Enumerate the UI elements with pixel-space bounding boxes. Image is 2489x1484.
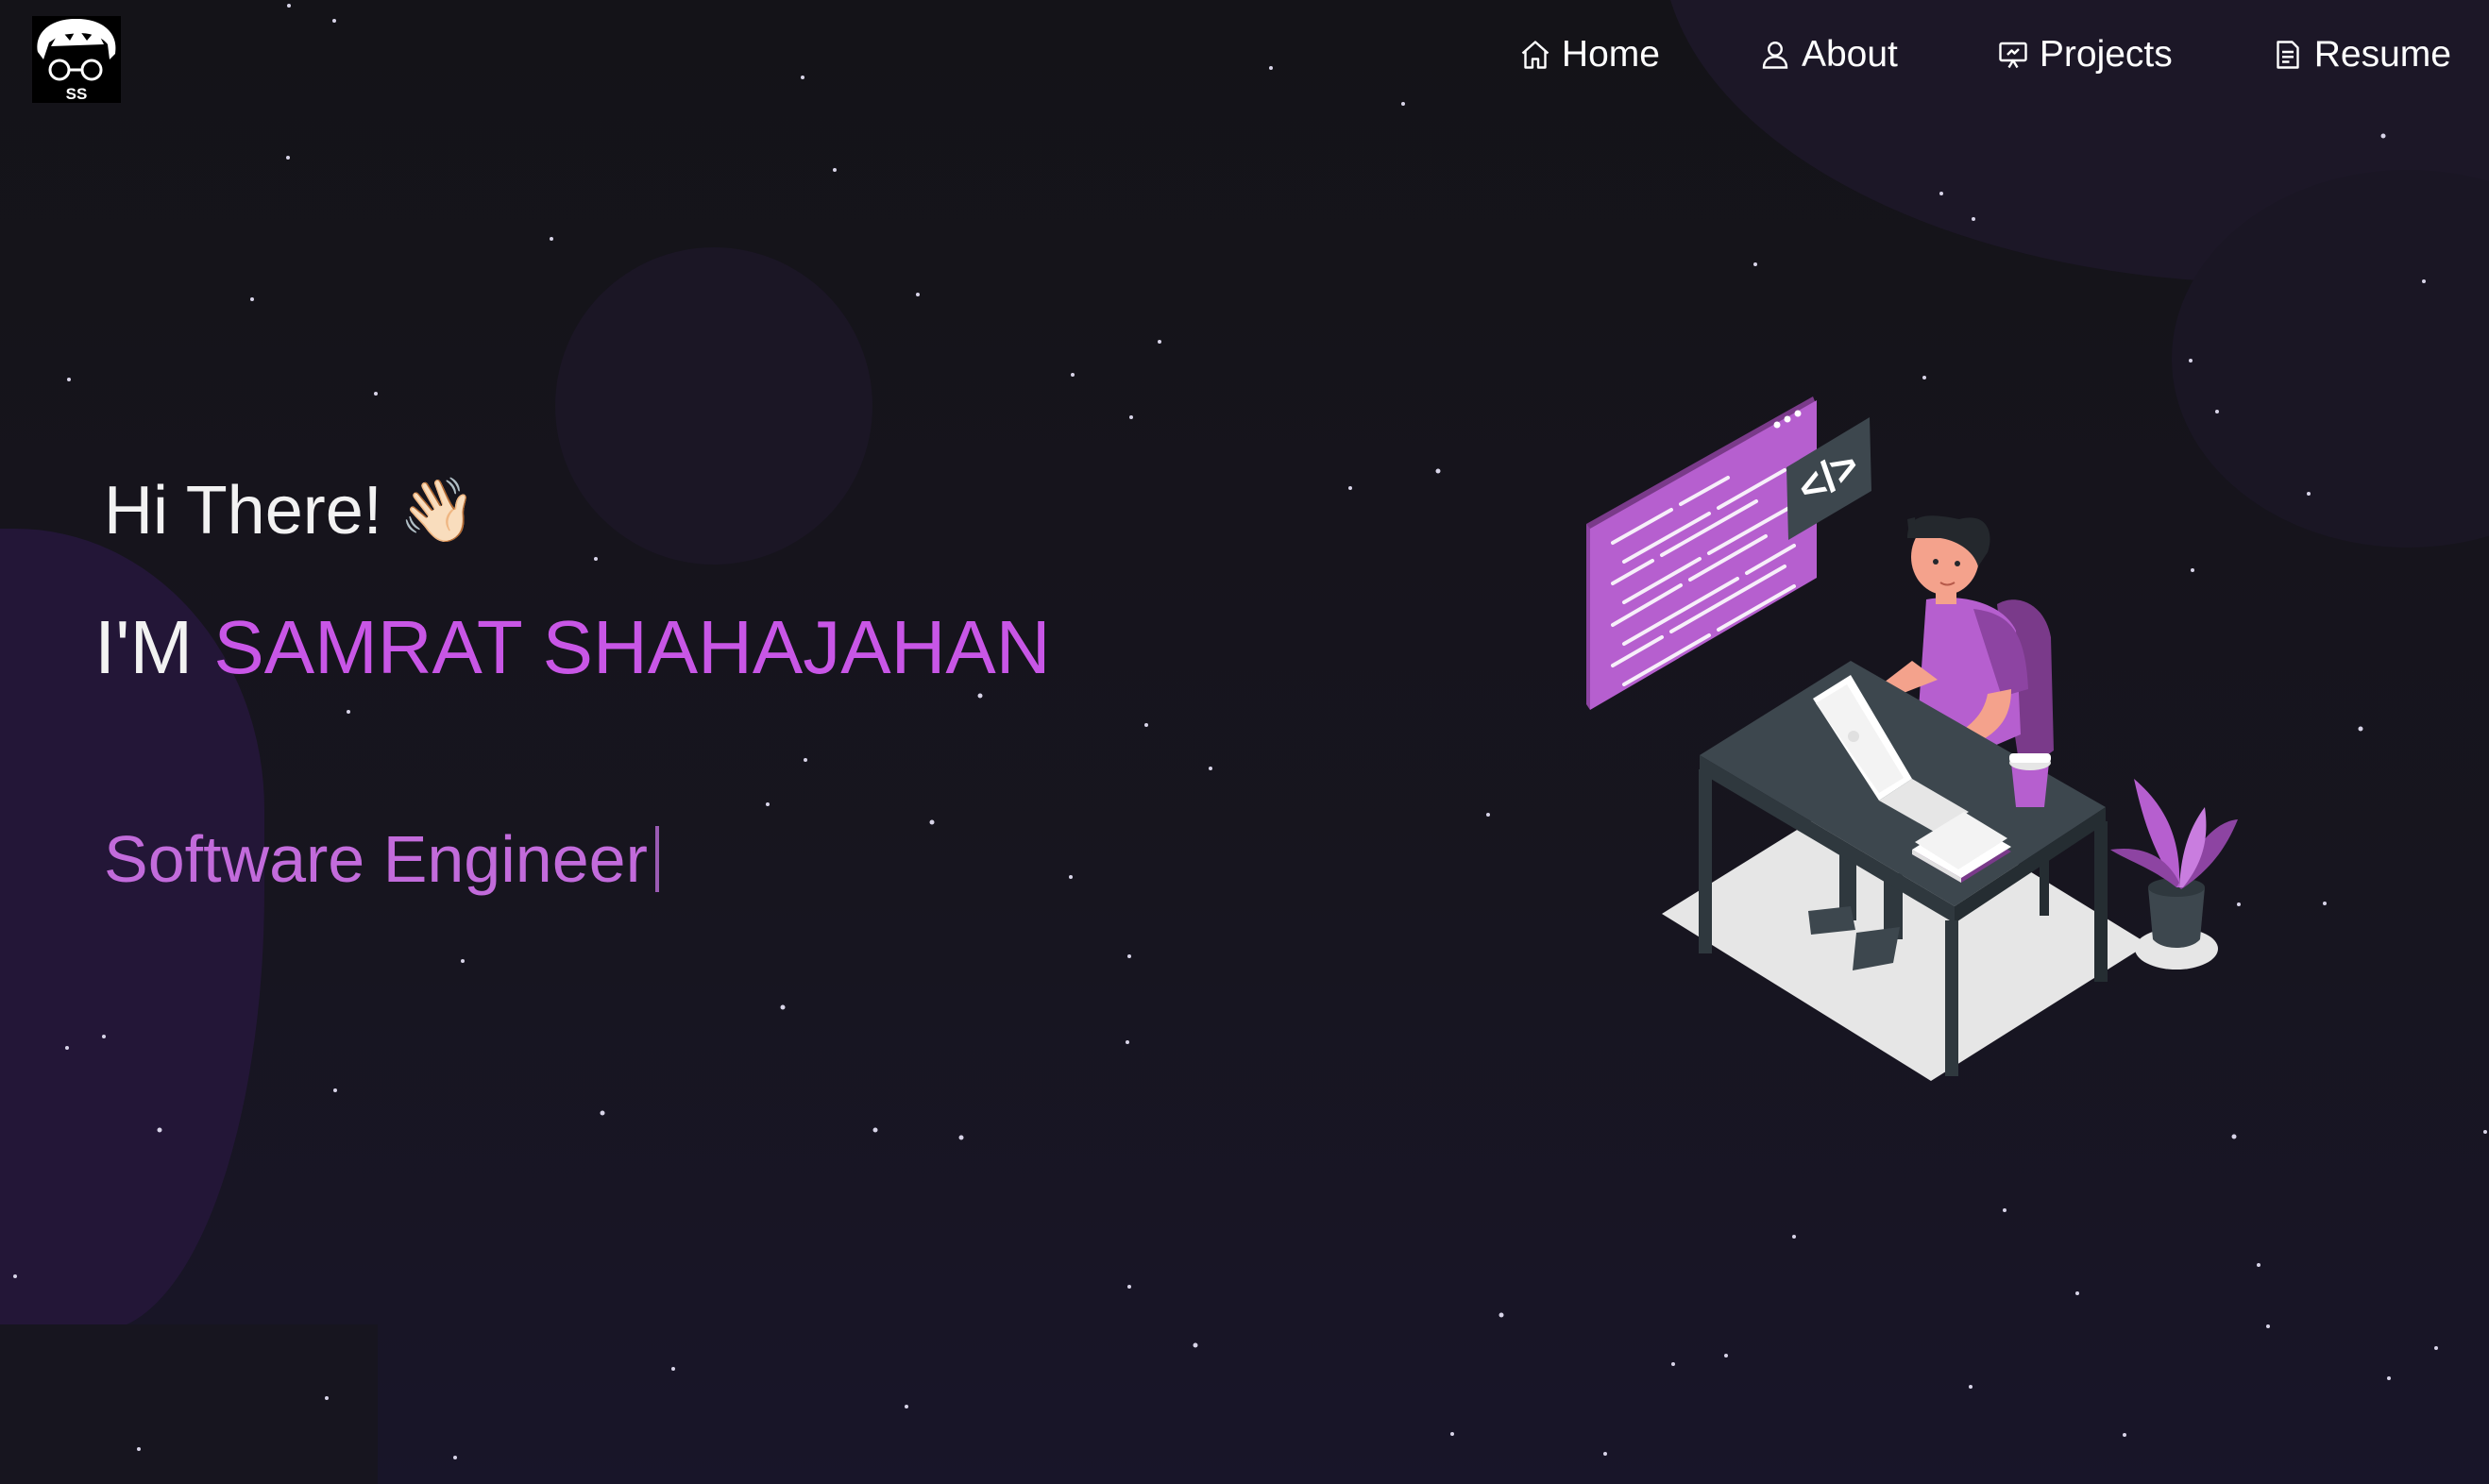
role-typewriter: Software Engineer [104, 821, 659, 897]
greeting: Hi There! 👋🏻 [104, 472, 477, 549]
nav-menu: Home About Projects Resume [1420, 26, 2451, 83]
greeting-text: Hi There! [104, 473, 382, 548]
wave-emoji-icon: 👋🏻 [398, 475, 477, 545]
typing-cursor [654, 826, 659, 892]
nav-item-projects[interactable]: Projects [1996, 26, 2173, 83]
role-text: Software Engineer [104, 822, 648, 896]
intro-prefix: I'M [94, 605, 214, 689]
nav-item-about[interactable]: About [1758, 26, 1898, 83]
developer-illustration: </> [1586, 396, 2238, 1081]
name-heading: I'M SAMRAT SHAHAJAHAN [94, 604, 1050, 691]
logo[interactable]: SS [32, 16, 121, 103]
nav-item-home[interactable]: Home [1518, 26, 1660, 83]
document-icon [2277, 41, 2299, 69]
nav-label-projects: Projects [2039, 34, 2173, 75]
nav-item-resume[interactable]: Resume [2271, 26, 2451, 83]
home-icon [1521, 41, 1549, 69]
nav-label-home: Home [1561, 34, 1660, 75]
code-screen-icon [1586, 396, 1817, 710]
navbar: SS Home About Projects Resume [0, 0, 2489, 113]
name-highlight: SAMRAT SHAHAJAHAN [213, 605, 1051, 689]
presentation-icon [1999, 42, 2027, 69]
logo-initials: SS [66, 85, 88, 103]
nav-label-resume: Resume [2313, 34, 2451, 75]
cup-icon [2009, 753, 2051, 807]
user-icon [1762, 42, 1788, 69]
nav-label-about: About [1801, 34, 1898, 75]
portfolio-page: SS Home About Projects Resume Hi There! … [0, 0, 2489, 1484]
logo-avatar-icon: SS [37, 18, 116, 103]
